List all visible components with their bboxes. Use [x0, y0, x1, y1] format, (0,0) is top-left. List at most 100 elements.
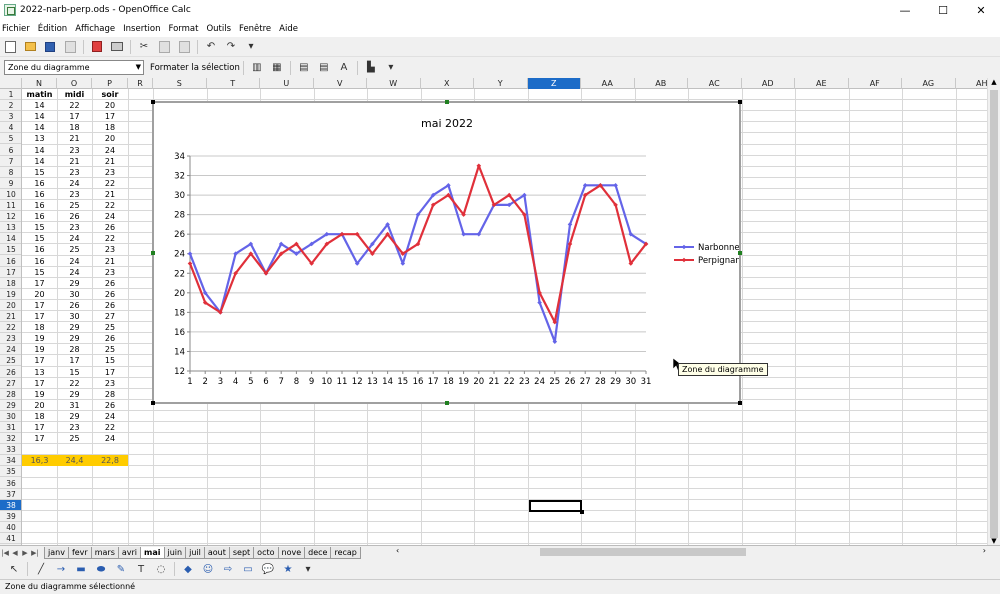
table-cell[interactable]: 17 [22, 278, 57, 289]
row-header[interactable]: 3 [0, 111, 21, 123]
save-icon[interactable] [42, 39, 58, 55]
prev-sheet-icon[interactable]: ◀ [10, 549, 20, 557]
table-cell[interactable]: 22 [92, 200, 128, 211]
menu-aide[interactable]: Aide [279, 24, 298, 34]
table-cell[interactable]: 23 [92, 267, 128, 278]
table-cell[interactable]: 16 [22, 200, 57, 211]
paste-icon[interactable] [176, 39, 192, 55]
table-cell[interactable]: 28 [57, 344, 92, 355]
row-header[interactable]: 13 [0, 222, 21, 234]
row-header[interactable]: 33 [0, 444, 21, 456]
row-header[interactable]: 2 [0, 100, 21, 112]
row-header[interactable]: 8 [0, 167, 21, 178]
flowchart-icon[interactable]: ▭ [240, 561, 256, 577]
basic-shapes-icon[interactable]: ◆ [180, 561, 196, 577]
sheet-tab-fevr[interactable]: fevr [67, 546, 92, 559]
row-header[interactable]: 6 [0, 145, 21, 156]
row-header[interactable]: 21 [0, 311, 21, 323]
row-header[interactable]: 19 [0, 289, 21, 300]
scale-text-icon[interactable]: A [336, 60, 352, 76]
maximize-button[interactable]: ☐ [924, 0, 962, 20]
row-header[interactable]: 38 [0, 499, 21, 511]
table-cell[interactable]: 20 [92, 133, 128, 144]
row-header[interactable]: 29 [0, 400, 21, 411]
column-header[interactable]: S [153, 78, 207, 89]
row-header[interactable]: 9 [0, 178, 21, 189]
column-header[interactable]: Z [527, 78, 581, 89]
table-cell[interactable]: 24 [92, 145, 128, 156]
table-cell[interactable]: 15 [22, 167, 57, 178]
sheet-tab-recap[interactable]: recap [330, 546, 361, 559]
menu-insertion[interactable]: Insertion [123, 24, 160, 34]
table-cell[interactable]: 25 [57, 433, 92, 444]
close-button[interactable]: ✕ [962, 0, 1000, 20]
chevron-down-icon[interactable]: ▼ [136, 61, 141, 74]
row-header[interactable]: 18 [0, 278, 21, 289]
new-document-icon[interactable] [2, 39, 18, 55]
resize-handle[interactable] [738, 100, 742, 104]
table-header-cell[interactable]: midi [57, 89, 92, 100]
row-header[interactable]: 23 [0, 333, 21, 345]
menu-fichier[interactable]: Fichier [2, 24, 30, 34]
cell-cursor[interactable] [528, 499, 584, 514]
table-cell[interactable]: 29 [57, 389, 92, 400]
rectangle-tool-icon[interactable]: ▬ [73, 561, 89, 577]
horizontal-scrollbar[interactable]: ‹ › [395, 546, 987, 557]
table-cell[interactable]: 22 [92, 233, 128, 244]
table-cell[interactable]: 26 [92, 300, 128, 311]
row-header[interactable]: 7 [0, 156, 21, 167]
table-cell[interactable]: 30 [57, 311, 92, 322]
table-cell[interactable]: 23 [57, 189, 92, 200]
column-header[interactable]: AE [795, 78, 849, 89]
table-cell[interactable]: 30 [57, 289, 92, 300]
table-cell[interactable]: 26 [92, 278, 128, 289]
sheet-tab-aout[interactable]: aout [203, 546, 230, 559]
row-header[interactable]: 20 [0, 300, 21, 311]
table-cell[interactable]: 23 [57, 145, 92, 156]
sheet-tab-octo[interactable]: octo [253, 546, 279, 559]
table-cell[interactable]: 15 [22, 233, 57, 244]
data-table-icon[interactable]: ▦ [269, 60, 285, 76]
table-cell[interactable]: 18 [22, 322, 57, 333]
column-header[interactable]: U [260, 78, 314, 89]
table-cell[interactable]: 16 [22, 178, 57, 189]
table-cell[interactable]: 31 [57, 400, 92, 411]
table-cell[interactable]: 28 [92, 389, 128, 400]
row-header[interactable]: 30 [0, 411, 21, 422]
column-header[interactable]: W [367, 78, 421, 89]
row-header[interactable]: 1 [0, 89, 21, 101]
row-header[interactable]: 35 [0, 466, 21, 478]
table-cell[interactable]: 18 [22, 411, 57, 422]
column-header[interactable]: AF [849, 78, 902, 89]
table-cell[interactable]: 26 [92, 333, 128, 344]
row-header[interactable]: 39 [0, 511, 21, 522]
next-sheet-icon[interactable]: ▶ [20, 549, 30, 557]
table-cell[interactable]: 21 [57, 156, 92, 167]
table-header-cell[interactable]: soir [92, 89, 128, 100]
export-pdf-icon[interactable] [89, 39, 105, 55]
row-header[interactable]: 26 [0, 367, 21, 378]
table-cell[interactable]: 17 [57, 355, 92, 366]
table-cell[interactable]: 13 [22, 367, 57, 378]
table-cell[interactable]: 14 [22, 100, 57, 111]
stars-icon[interactable]: ★ [280, 561, 296, 577]
callout-tool-icon[interactable]: ◌ [153, 561, 169, 577]
insert-element-icon[interactable]: ▙ [363, 60, 379, 76]
table-cell[interactable]: 19 [22, 344, 57, 355]
edit-file-icon[interactable] [62, 39, 78, 55]
table-cell[interactable]: 15 [22, 222, 57, 233]
table-cell[interactable]: 21 [92, 156, 128, 167]
resize-handle[interactable] [151, 401, 155, 405]
average-cell[interactable]: 16,3 [22, 455, 57, 467]
resize-handle[interactable] [738, 401, 742, 405]
legend-toggle-icon[interactable]: ▤ [316, 60, 332, 76]
vertical-scrollbar[interactable]: ▲ ▼ [987, 78, 1000, 545]
table-cell[interactable]: 23 [57, 167, 92, 178]
table-cell[interactable]: 16 [22, 211, 57, 222]
table-cell[interactable]: 17 [22, 300, 57, 311]
table-cell[interactable]: 23 [57, 422, 92, 433]
table-cell[interactable]: 25 [57, 200, 92, 211]
table-cell[interactable]: 20 [22, 400, 57, 411]
horizontal-scroll-thumb[interactable] [540, 548, 746, 556]
open-folder-icon[interactable] [22, 39, 38, 55]
